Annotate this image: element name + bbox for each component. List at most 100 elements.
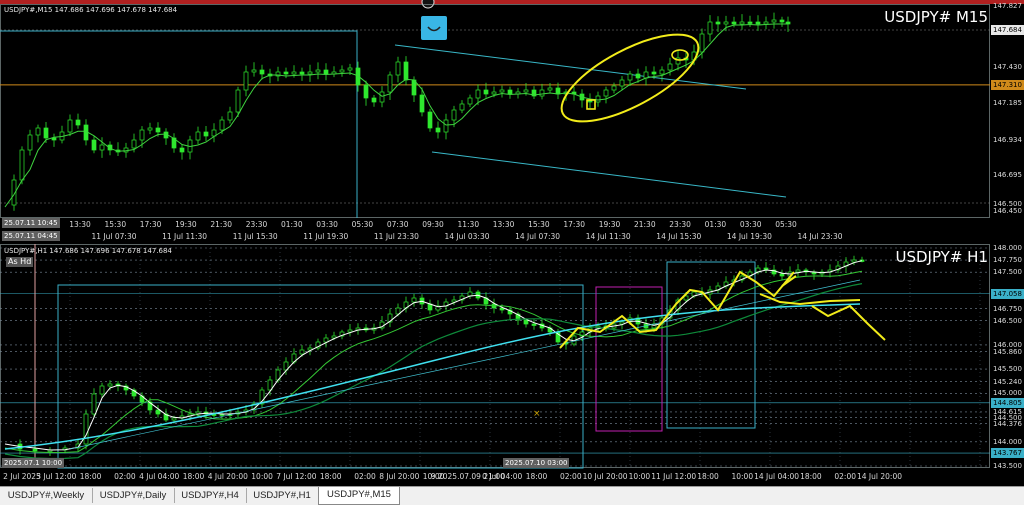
m15-time-label: 21:30 [210, 220, 232, 229]
m15-candle-body [651, 71, 657, 75]
m15-candle-body [35, 127, 41, 136]
m15-time-label: 09:30 [422, 220, 444, 229]
h1-candle-body [83, 413, 89, 445]
m15-candle-body [347, 67, 353, 71]
m15-candle-body [715, 21, 721, 25]
m15-candle-body [99, 144, 105, 151]
m15-price-label: 146.934 [993, 136, 1022, 144]
m15-candle-body [179, 147, 185, 153]
tab-usdjpy-daily[interactable]: USDJPY#,Daily [92, 488, 175, 503]
h1-time-label: 18:00 [800, 472, 822, 481]
h1-time-label: 02:00 [834, 472, 856, 481]
m15-time-label: 07:30 [386, 220, 409, 229]
m15-chart-pane[interactable]: USDJPY#,M15 147.686 147.696 147.678 147.… [0, 0, 1024, 243]
m15-time-label: 23:30 [669, 220, 691, 229]
h1-ma-cyan [4, 303, 861, 450]
h1-candle-body [851, 259, 857, 263]
h1-time-label: 10:00 [251, 472, 273, 481]
h1-time-label: 7 Jul 12:00 [276, 472, 317, 481]
h1-candle-body [779, 273, 785, 277]
m15-time-label: 17:30 [139, 220, 162, 229]
m15-candle-body [771, 19, 777, 23]
m15-time-label: 13:30 [492, 220, 515, 229]
top-center-handle [421, 0, 435, 9]
m15-candle-body [499, 89, 505, 93]
m15-candle-body [659, 69, 665, 75]
h1-price-label: 146.500 [993, 316, 1022, 325]
m15-date-label: 11 Jul 23:30 [373, 232, 419, 241]
h1-time-label: 18:00 [525, 472, 548, 481]
m15-time-label: 03:30 [739, 220, 762, 229]
h1-header: USDJPY#,H1 147.686 147.696 147.678 147.6… [4, 247, 172, 255]
h1-price-label: 146.750 [993, 304, 1022, 313]
h1-cursor-time: 2025.07.10 03:00 [503, 458, 570, 468]
h1-ma-green [4, 270, 863, 454]
m15-candle-body [555, 87, 561, 95]
m15-candle-body [51, 137, 57, 141]
h1-price-scale[interactable]: 148.000 147.750 147.500 147.058 146.750 146.5… [990, 244, 1024, 470]
m15-candle-body [507, 89, 513, 95]
h1-chart-canvas[interactable]: × [0, 244, 1024, 486]
m15-moving-average [4, 23, 788, 208]
h1-time-label: 2 Jul 2025 [3, 472, 41, 481]
m15-candle-body [227, 111, 233, 121]
h1-chart-pane[interactable]: × USDJPY#,H1 147.686 147.696 147.678 147… [0, 244, 1024, 486]
m15-time-label: 21:30 [633, 220, 656, 229]
m15-candle-body [339, 69, 345, 73]
h1-candle-body [411, 297, 417, 303]
mode-badge[interactable]: As Hd [6, 257, 34, 267]
m15-candle-body [139, 129, 145, 141]
m15-price-label: 146.450 [993, 207, 1022, 215]
m15-candle-body [307, 71, 313, 75]
tab-usdjpy-m15[interactable]: USDJPY#,M15 [318, 487, 400, 505]
m15-time-label: 13:30 [69, 220, 91, 229]
h1-candle-body [107, 383, 113, 387]
m15-date-label: 14 Jul 07:30 [515, 232, 561, 241]
m15-candle-body [723, 21, 729, 25]
m15-time-label: 15:30 [104, 220, 127, 229]
m15-candle-body [747, 21, 753, 24]
cyan-range-box [57, 284, 584, 469]
m15-candle-body [195, 131, 201, 141]
h1-candle-body [299, 349, 305, 355]
m15-candle-body [443, 119, 449, 133]
m15-candle-body [707, 21, 713, 35]
m15-candle-body [755, 21, 761, 25]
m15-candle-body [427, 111, 433, 129]
h1-time-label: 14 Jul 20:00 [857, 472, 902, 481]
tab-usdjpy-weekly[interactable]: USDJPY#,Weekly [0, 488, 93, 503]
m15-date-label: 14 Jul 03:30 [444, 232, 490, 241]
m15-candle-body [91, 139, 97, 151]
h1-candle-body [155, 409, 161, 415]
m15-header: USDJPY#,M15 147.686 147.696 147.678 147.… [4, 6, 178, 14]
h1-time-label: 10:00 [731, 472, 754, 481]
tab-usdjpy-h1[interactable]: USDJPY#,H1 [246, 488, 319, 503]
tab-usdjpy-h4[interactable]: USDJPY#,H4 [174, 488, 247, 503]
alert-smile-icon[interactable] [421, 16, 447, 40]
h1-plot-border [0, 244, 990, 468]
m15-candle-body [523, 89, 529, 93]
h1-time-label: 10 Jul 20:00 [582, 472, 628, 481]
m15-price-scale[interactable]: 147.827 147.684 147.430 147.310 147.185 146.9… [990, 0, 1024, 220]
m15-candle-body [251, 69, 257, 73]
m15-candle-body [19, 149, 25, 181]
m15-candle-body [395, 61, 401, 76]
m15-candle-body [667, 63, 673, 71]
m15-time-scale[interactable]: 13:30 15:30 17:30 19:30 21:30 23:30 01:30 03:30… [0, 218, 990, 243]
h1-time-label: 18:00 [79, 472, 102, 481]
h1-time-label: 10:00 [628, 472, 651, 481]
m15-candle-body [403, 61, 409, 81]
m15-candle-body [643, 71, 649, 79]
h1-price-label: 145.860 [993, 347, 1022, 356]
h1-price-label: 144.000 [993, 437, 1022, 446]
m15-time-label: 23:30 [245, 220, 268, 229]
m15-candle-body [459, 103, 465, 111]
m15-date-label: 14 Jul 15:30 [656, 232, 702, 241]
m15-candle-body [291, 71, 297, 75]
h1-candle-body [531, 323, 537, 326]
m15-chart-canvas[interactable] [0, 0, 1024, 243]
cyan-session-line [0, 30, 358, 218]
h1-candle-body [523, 319, 529, 325]
h1-time-scale[interactable]: 2 Jul 2025 3 Jul 12:00 18:00 02:00 4 Jul 04:… [0, 468, 990, 486]
m15-date-label: 14 Jul 23:30 [797, 232, 843, 241]
